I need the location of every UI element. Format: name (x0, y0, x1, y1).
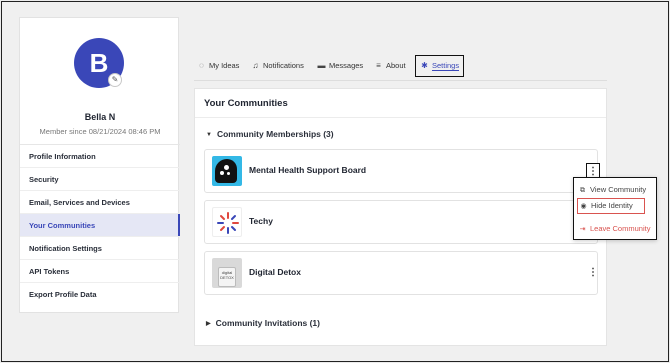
detox-thumbnail-text: digital DETOX (218, 267, 236, 287)
lightbulb-icon: ◌ (199, 61, 204, 70)
external-link-icon: ⧉ (580, 187, 585, 194)
caret-down-icon: ▼ (206, 132, 212, 138)
community-card[interactable]: digital DETOX Digital Detox ⋮ (204, 251, 598, 295)
profile-card: B ✎ Bella N Member since 08/21/2024 08:4… (19, 17, 180, 313)
more-options-icon[interactable]: ⋮ (586, 265, 600, 281)
member-since: Member since 08/21/2024 08:46 PM (39, 127, 161, 136)
page-title: Your Communities (204, 98, 288, 109)
invitations-section-header[interactable]: ▶ Community Invitations (1) (206, 318, 320, 328)
list-icon: ≡ (376, 61, 381, 70)
edit-avatar-icon[interactable]: ✎ (108, 73, 122, 87)
hide-identity-option[interactable]: ◉ Hide Identity (577, 198, 645, 214)
tab-label: Settings (432, 61, 460, 71)
sidebar-item-api-tokens[interactable]: API Tokens (20, 259, 180, 282)
tab-notifications[interactable]: ♫ Notifications (251, 55, 304, 77)
memberships-section-header[interactable]: ▼ Community Memberships (3) (206, 129, 334, 139)
communities-panel: Your Communities ▼ Community Memberships … (194, 88, 607, 346)
tabs-divider (194, 80, 607, 81)
option-label: Hide Identity (591, 201, 633, 210)
tab-label: My Ideas (209, 61, 240, 70)
tab-label: Messages (329, 61, 364, 70)
community-thumbnail (212, 207, 242, 237)
tab-about[interactable]: ≡ About (374, 55, 406, 77)
community-name[interactable]: Techy (249, 216, 273, 226)
eye-icon: ◉ (580, 203, 587, 210)
option-label: Leave Community (590, 224, 651, 233)
exit-icon: ⇥ (579, 226, 586, 233)
caret-right-icon: ▶ (206, 321, 211, 327)
leave-community-option[interactable]: ⇥ Leave Community (578, 223, 651, 235)
community-card[interactable]: Mental Health Support Board ⋮ (204, 149, 600, 193)
community-card[interactable]: Techy (204, 200, 598, 244)
community-thumbnail: digital DETOX (212, 258, 242, 288)
techy-logo-icon (217, 212, 239, 234)
divider (195, 117, 606, 118)
memberships-header-label: Community Memberships (3) (216, 129, 334, 139)
community-options-menu: ⧉ View Community ◉ Hide Identity ⇥ Leave Co… (573, 177, 657, 240)
chat-icon: ▬ (317, 61, 326, 70)
tab-settings[interactable]: ✱ Settings (415, 55, 465, 77)
gear-icon: ✱ (421, 61, 428, 70)
profile-name: Bella N (84, 112, 116, 122)
sidebar-item-profile-information[interactable]: Profile Information (20, 144, 180, 167)
tab-label: About (386, 61, 406, 70)
view-community-option[interactable]: ⧉ View Community (578, 184, 646, 196)
community-thumbnail (212, 156, 242, 186)
sidebar-item-your-communities[interactable]: Your Communities (20, 213, 180, 237)
sidebar-item-security[interactable]: Security (20, 167, 180, 190)
invitations-header-label: Community Invitations (1) (215, 318, 320, 328)
tab-label: Notifications (263, 61, 304, 70)
tab-messages[interactable]: ▬ Messages (317, 55, 364, 77)
option-label: View Community (590, 185, 647, 194)
bell-icon: ♫ (252, 61, 259, 70)
tab-my-ideas[interactable]: ◌ My Ideas (197, 55, 239, 77)
community-name[interactable]: Mental Health Support Board (249, 165, 366, 175)
sidebar-item-notification-settings[interactable]: Notification Settings (20, 236, 180, 259)
sidebar-item-export-profile-data[interactable]: Export Profile Data (20, 282, 180, 305)
community-name[interactable]: Digital Detox (249, 267, 301, 277)
profile-menu: Profile Information Security Email, Serv… (20, 144, 180, 305)
sidebar-item-email-services-devices[interactable]: Email, Services and Devices (20, 190, 180, 213)
